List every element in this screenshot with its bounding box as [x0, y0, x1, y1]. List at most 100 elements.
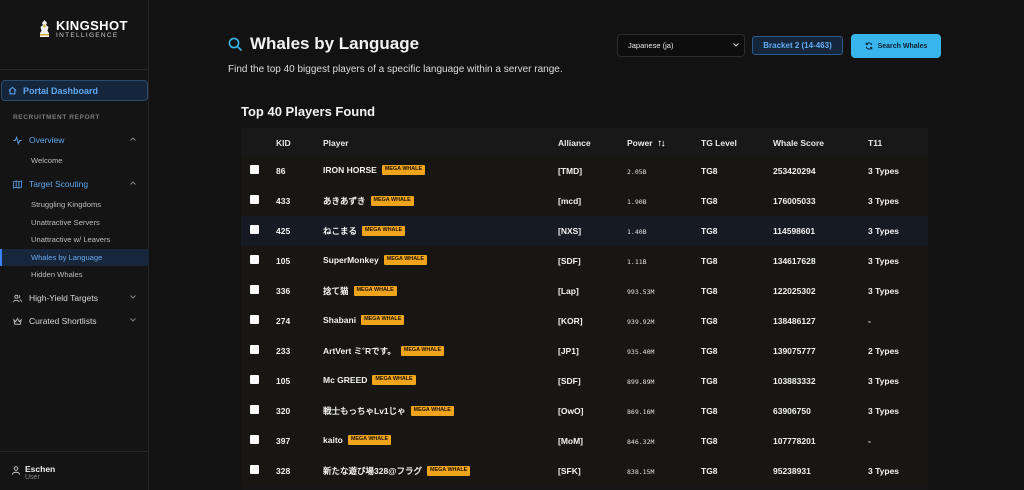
brand-logo[interactable]: KINGSHOT INTELLIGENCE — [0, 0, 149, 70]
portal-dashboard-button[interactable]: Portal Dashboard — [1, 80, 148, 101]
table-row: 86 IRON HORSE MEGA WHALE [TMD] 2.05B TG8 25342… — [241, 156, 928, 186]
player-name[interactable]: あきあずき — [323, 195, 366, 207]
sidebar-item-unattractive-leavers[interactable]: Unattractive w/ Leavers — [0, 231, 149, 248]
cell-power: 846.32M — [627, 438, 655, 446]
row-checkbox[interactable] — [250, 315, 259, 324]
cell-whale-score: 122025302 — [773, 286, 816, 296]
cell-t11: 3 Types — [868, 196, 900, 206]
col-tg-level[interactable]: TG Level — [701, 138, 737, 148]
map-icon — [13, 179, 22, 189]
table-header: KID Player Alliance Power TG Level Whale… — [241, 128, 928, 156]
sidebar-item-high-yield-targets[interactable]: High-Yield Targets — [0, 289, 149, 307]
user-profile[interactable]: Eschen User — [0, 451, 149, 490]
row-checkbox[interactable] — [250, 255, 259, 264]
bracket-button[interactable]: Bracket 2 (14-463) — [752, 36, 843, 55]
cell-whale-score: 95238931 — [773, 466, 811, 476]
mega-whale-badge: MEGA WHALE — [353, 286, 397, 296]
sidebar-item-welcome[interactable]: Welcome — [0, 152, 149, 169]
cell-power: 993.53M — [627, 288, 655, 296]
sidebar-item-overview[interactable]: Overview — [0, 131, 149, 149]
cell-alliance: [SDF] — [558, 256, 581, 266]
player-name[interactable]: kaito — [323, 435, 343, 445]
sidebar-item-target-scouting[interactable]: Target Scouting — [0, 175, 149, 193]
cell-alliance: [NXS] — [558, 226, 582, 236]
mega-whale-badge: MEGA WHALE — [372, 375, 416, 385]
col-whale-score[interactable]: Whale Score — [773, 138, 824, 148]
search-whales-label: Search Whales — [877, 42, 928, 50]
row-checkbox[interactable] — [250, 405, 259, 414]
cell-power: 1.11B — [627, 258, 647, 266]
sidebar-item-unattractive-servers[interactable]: Unattractive Servers — [0, 214, 149, 231]
player-name[interactable]: IRON HORSE — [323, 165, 377, 175]
chevron-down-icon — [130, 318, 136, 322]
cell-t11: 3 Types — [868, 376, 900, 386]
row-checkbox[interactable] — [250, 465, 259, 474]
sidebar-item-curated-shortlists[interactable]: Curated Shortlists — [0, 312, 149, 330]
cell-player: あきあずき MEGA WHALE — [323, 195, 414, 207]
col-alliance[interactable]: Alliance — [558, 138, 591, 148]
recruitment-report-label: RECRUITMENT REPORT — [13, 114, 100, 121]
cell-tg-level: TG8 — [701, 406, 718, 416]
mega-whale-badge: MEGA WHALE — [410, 406, 454, 416]
cell-alliance: [SFK] — [558, 466, 581, 476]
row-checkbox[interactable] — [250, 375, 259, 384]
cell-alliance: [MoM] — [558, 436, 584, 446]
table-row: 397 kaito MEGA WHALE [MoM] 846.32M TG8 1077782… — [241, 426, 928, 456]
row-checkbox[interactable] — [250, 285, 259, 294]
mega-whale-badge: MEGA WHALE — [362, 226, 406, 236]
row-checkbox[interactable] — [250, 195, 259, 204]
mega-whale-badge: MEGA WHALE — [400, 346, 445, 356]
table-row: 233 ArtVert ミ˚Rです。 MEGA WHALE [JP1] 935.40M T… — [241, 336, 928, 366]
table-row: 105 SuperMonkey MEGA WHALE [SDF] 1.11B TG8 134… — [241, 246, 928, 276]
sidebar-item-hidden-whales[interactable]: Hidden Whales — [0, 266, 149, 283]
player-name[interactable]: SuperMonkey — [323, 255, 379, 265]
cell-whale-score: 114598601 — [773, 226, 816, 236]
col-t11[interactable]: T11 — [868, 138, 882, 148]
sort-icon[interactable] — [657, 139, 665, 147]
table-row: 328 新たな遊び場328@フラグ MEGA WHALE [SFK] 838.15M TG… — [241, 456, 928, 486]
player-name[interactable]: 新たな遊び場328@フラグ — [323, 465, 422, 477]
player-name[interactable]: Mc GREED — [323, 375, 367, 385]
player-name[interactable]: Shabani — [323, 315, 356, 325]
cell-t11: 3 Types — [868, 466, 900, 476]
cell-tg-level: TG8 — [701, 226, 718, 236]
cell-tg-level: TG8 — [701, 316, 718, 326]
chevron-down-icon — [733, 43, 739, 47]
row-checkbox[interactable] — [250, 225, 259, 234]
crown-icon — [13, 316, 22, 325]
cell-power: 899.89M — [627, 378, 655, 386]
search-whales-button[interactable]: Search Whales — [851, 34, 941, 58]
high-yield-label: High-Yield Targets — [29, 293, 98, 303]
row-checkbox[interactable] — [250, 345, 259, 354]
col-player[interactable]: Player — [323, 138, 349, 148]
row-checkbox[interactable] — [250, 165, 259, 174]
player-name[interactable]: ねこまる — [323, 225, 357, 237]
cell-t11: 3 Types — [868, 256, 900, 266]
player-name[interactable]: ArtVert ミ˚Rです。 — [323, 345, 396, 357]
table-row: 425 ねこまる MEGA WHALE [NXS] 1.40B TG8 114598601 3… — [241, 216, 928, 246]
cell-player: 戦士もっちゃLv1じゃ MEGA WHALE — [323, 405, 454, 417]
cell-power: 935.40M — [627, 348, 655, 356]
overview-label: Overview — [29, 135, 65, 145]
cell-kid: 320 — [276, 406, 291, 416]
cell-alliance: [Lap] — [558, 286, 579, 296]
sidebar-item-whales-by-language[interactable]: Whales by Language — [0, 249, 149, 266]
player-name[interactable]: 捻て猫 — [323, 285, 349, 297]
mega-whale-badge: MEGA WHALE — [426, 466, 471, 476]
sidebar-item-struggling-kingdoms[interactable]: Struggling Kingdoms — [0, 196, 149, 213]
cell-tg-level: TG8 — [701, 256, 718, 266]
cell-whale-score: 107778201 — [773, 436, 816, 446]
col-kid[interactable]: KID — [276, 138, 291, 148]
col-power-label: Power — [627, 138, 653, 148]
cell-kid: 336 — [276, 286, 291, 296]
row-checkbox[interactable] — [250, 435, 259, 444]
cell-alliance: [KOR] — [558, 316, 583, 326]
brand-name: KINGSHOT — [56, 18, 128, 33]
player-name[interactable]: 戦士もっちゃLv1じゃ — [323, 405, 406, 417]
cell-tg-level: TG8 — [701, 286, 718, 296]
col-power[interactable]: Power — [627, 138, 665, 148]
language-select[interactable]: Japanese (ja) — [617, 34, 745, 57]
results-title: Top 40 Players Found — [241, 104, 376, 119]
table-row: 433 あきあずき MEGA WHALE [mcd] 1.90B TG8 176005033… — [241, 186, 928, 216]
activity-icon — [13, 135, 22, 145]
